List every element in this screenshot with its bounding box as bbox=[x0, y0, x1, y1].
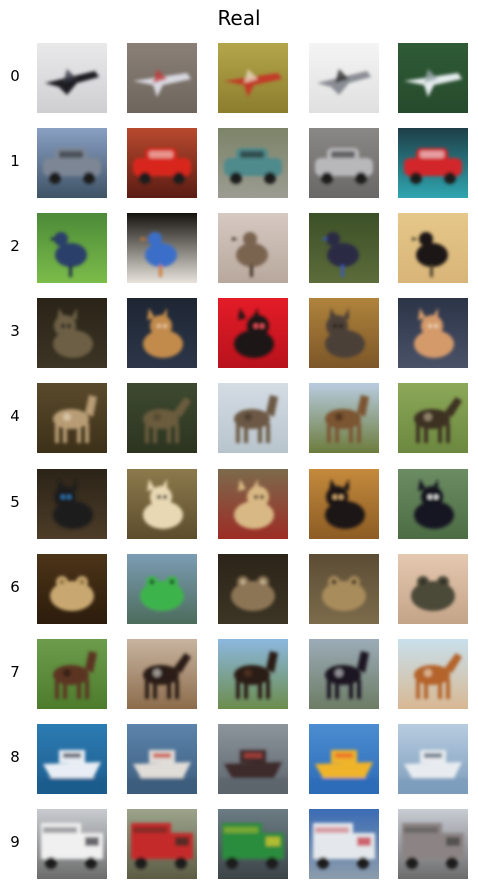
image-thumbnail bbox=[218, 724, 288, 794]
image-thumbnail bbox=[309, 554, 379, 624]
image-thumbnail bbox=[309, 383, 379, 453]
image-thumbnail bbox=[37, 724, 107, 794]
image-thumbnail bbox=[127, 809, 197, 879]
row-label: 5 bbox=[10, 493, 20, 511]
image-thumbnail bbox=[309, 213, 379, 283]
image-thumbnail bbox=[309, 43, 379, 113]
row-label: 7 bbox=[10, 663, 20, 681]
image-thumbnail bbox=[127, 128, 197, 198]
image-thumbnail bbox=[309, 809, 379, 879]
image-thumbnail bbox=[398, 298, 468, 368]
row-label: 9 bbox=[10, 833, 20, 851]
image-thumbnail bbox=[398, 639, 468, 709]
image-thumbnail bbox=[309, 128, 379, 198]
image-thumbnail bbox=[127, 724, 197, 794]
figure-title: Real bbox=[217, 6, 261, 30]
image-thumbnail bbox=[398, 724, 468, 794]
row-label: 8 bbox=[10, 748, 20, 766]
image-thumbnail bbox=[309, 298, 379, 368]
image-thumbnail bbox=[218, 43, 288, 113]
image-thumbnail bbox=[398, 128, 468, 198]
image-thumbnail bbox=[398, 213, 468, 283]
image-thumbnail bbox=[37, 554, 107, 624]
row-label: 4 bbox=[10, 407, 20, 425]
image-thumbnail bbox=[127, 639, 197, 709]
image-thumbnail bbox=[37, 639, 107, 709]
image-thumbnail bbox=[398, 383, 468, 453]
image-thumbnail bbox=[218, 298, 288, 368]
row-label: 2 bbox=[10, 237, 20, 255]
image-thumbnail bbox=[309, 469, 379, 539]
image-thumbnail bbox=[398, 554, 468, 624]
image-thumbnail bbox=[127, 554, 197, 624]
row-label: 0 bbox=[10, 67, 20, 85]
row-label: 3 bbox=[10, 322, 20, 340]
image-thumbnail bbox=[127, 383, 197, 453]
image-thumbnail bbox=[37, 469, 107, 539]
image-thumbnail bbox=[309, 724, 379, 794]
image-thumbnail bbox=[127, 213, 197, 283]
image-thumbnail bbox=[309, 639, 379, 709]
image-thumbnail bbox=[127, 43, 197, 113]
image-thumbnail bbox=[218, 128, 288, 198]
row-label: 1 bbox=[10, 152, 20, 170]
image-thumbnail bbox=[218, 469, 288, 539]
image-thumbnail bbox=[398, 809, 468, 879]
image-thumbnail bbox=[398, 469, 468, 539]
image-thumbnail bbox=[218, 383, 288, 453]
image-thumbnail bbox=[127, 469, 197, 539]
image-thumbnail bbox=[37, 809, 107, 879]
image-thumbnail bbox=[218, 639, 288, 709]
image-thumbnail bbox=[218, 213, 288, 283]
image-thumbnail bbox=[37, 213, 107, 283]
image-thumbnail bbox=[37, 298, 107, 368]
image-thumbnail bbox=[37, 43, 107, 113]
image-thumbnail bbox=[37, 383, 107, 453]
image-thumbnail bbox=[218, 554, 288, 624]
image-thumbnail bbox=[127, 298, 197, 368]
row-label: 6 bbox=[10, 578, 20, 596]
image-thumbnail bbox=[218, 809, 288, 879]
image-thumbnail bbox=[398, 43, 468, 113]
image-thumbnail bbox=[37, 128, 107, 198]
